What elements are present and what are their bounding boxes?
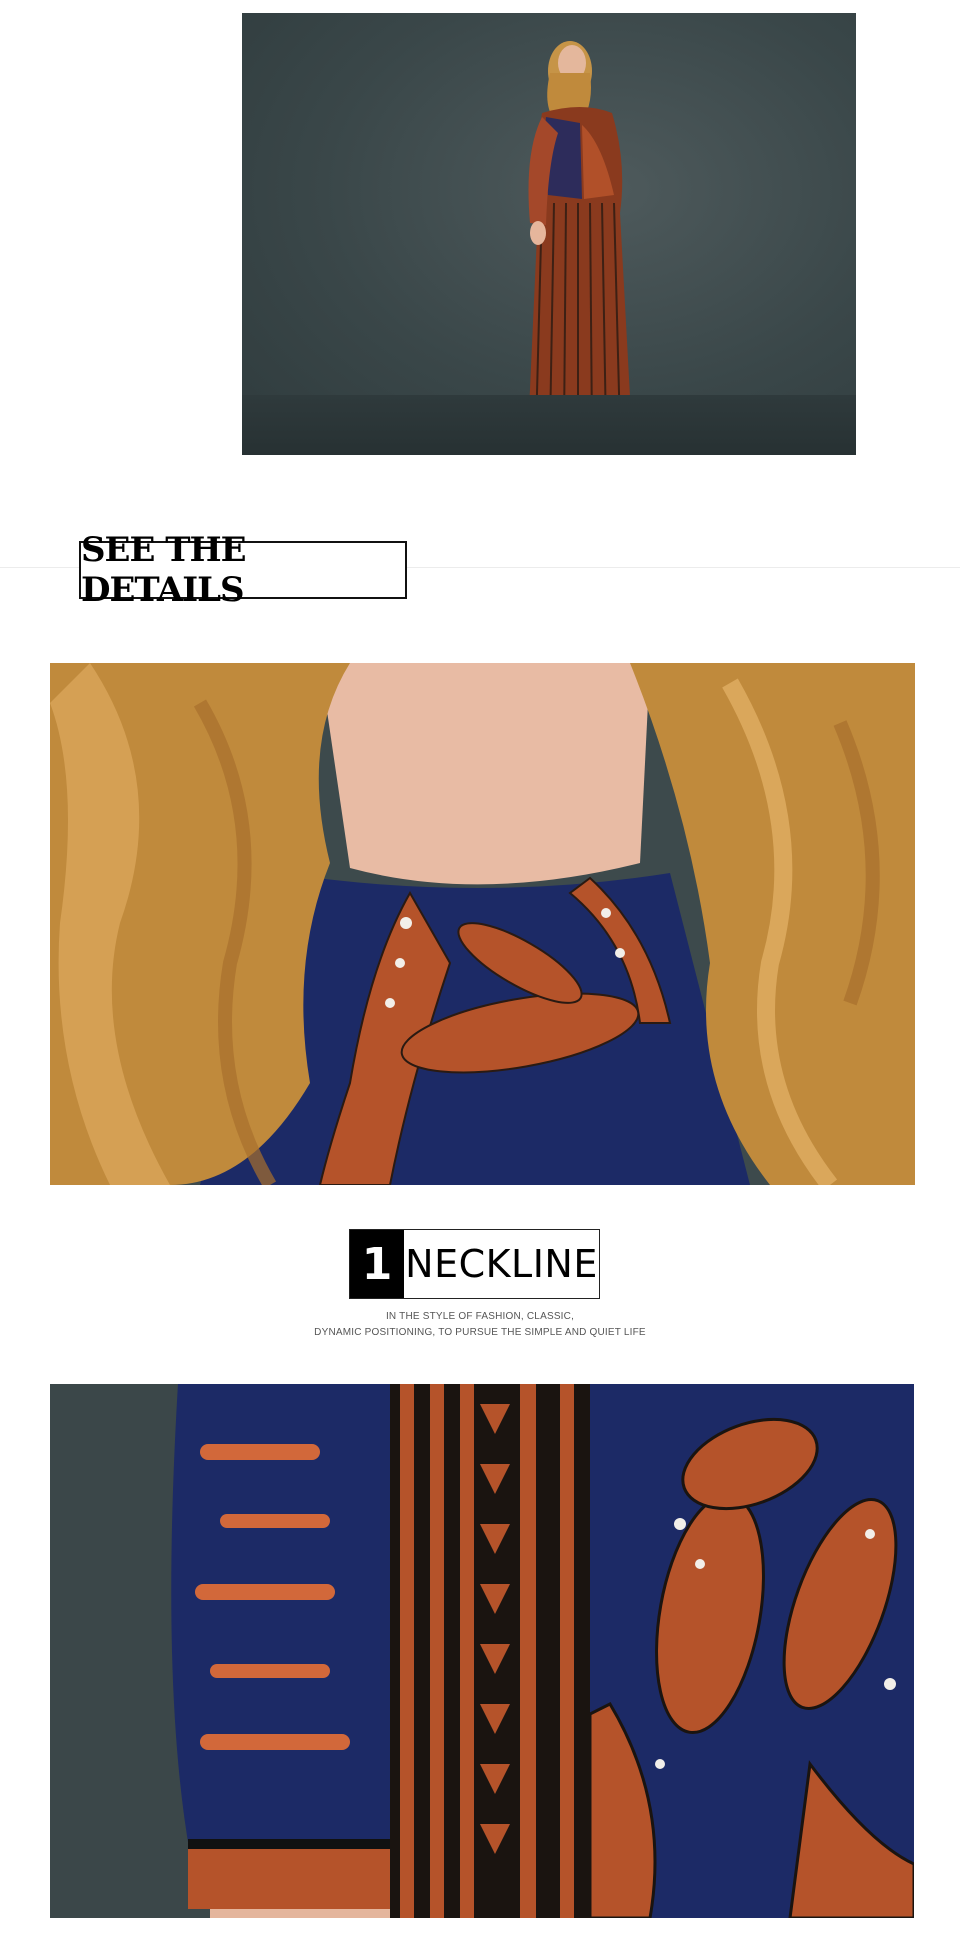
feature-heading: 1 NECKLINE — [349, 1229, 600, 1299]
product-photo-neckline-closeup — [50, 663, 915, 1185]
neckline-illustration — [50, 663, 915, 1185]
sleeve-pattern-illustration — [171, 1384, 914, 1918]
feature-number: 1 — [350, 1230, 404, 1298]
feature-description-line-1: IN THE STYLE OF FASHION, CLASSIC, — [385, 1311, 575, 1322]
model-figure — [528, 41, 632, 435]
product-photo-sleeve-closeup — [50, 1384, 914, 1918]
see-the-details-text: SEE THE DETAILS — [81, 530, 247, 610]
see-the-details-heading: SEE THE DETAILS — [79, 530, 407, 610]
product-photo-back-view — [242, 13, 856, 455]
feature-title: NECKLINE — [405, 1242, 598, 1286]
feature-description-line-2: DYNAMIC POSITIONING, TO PURSUE THE SIMPL… — [314, 1327, 646, 1338]
